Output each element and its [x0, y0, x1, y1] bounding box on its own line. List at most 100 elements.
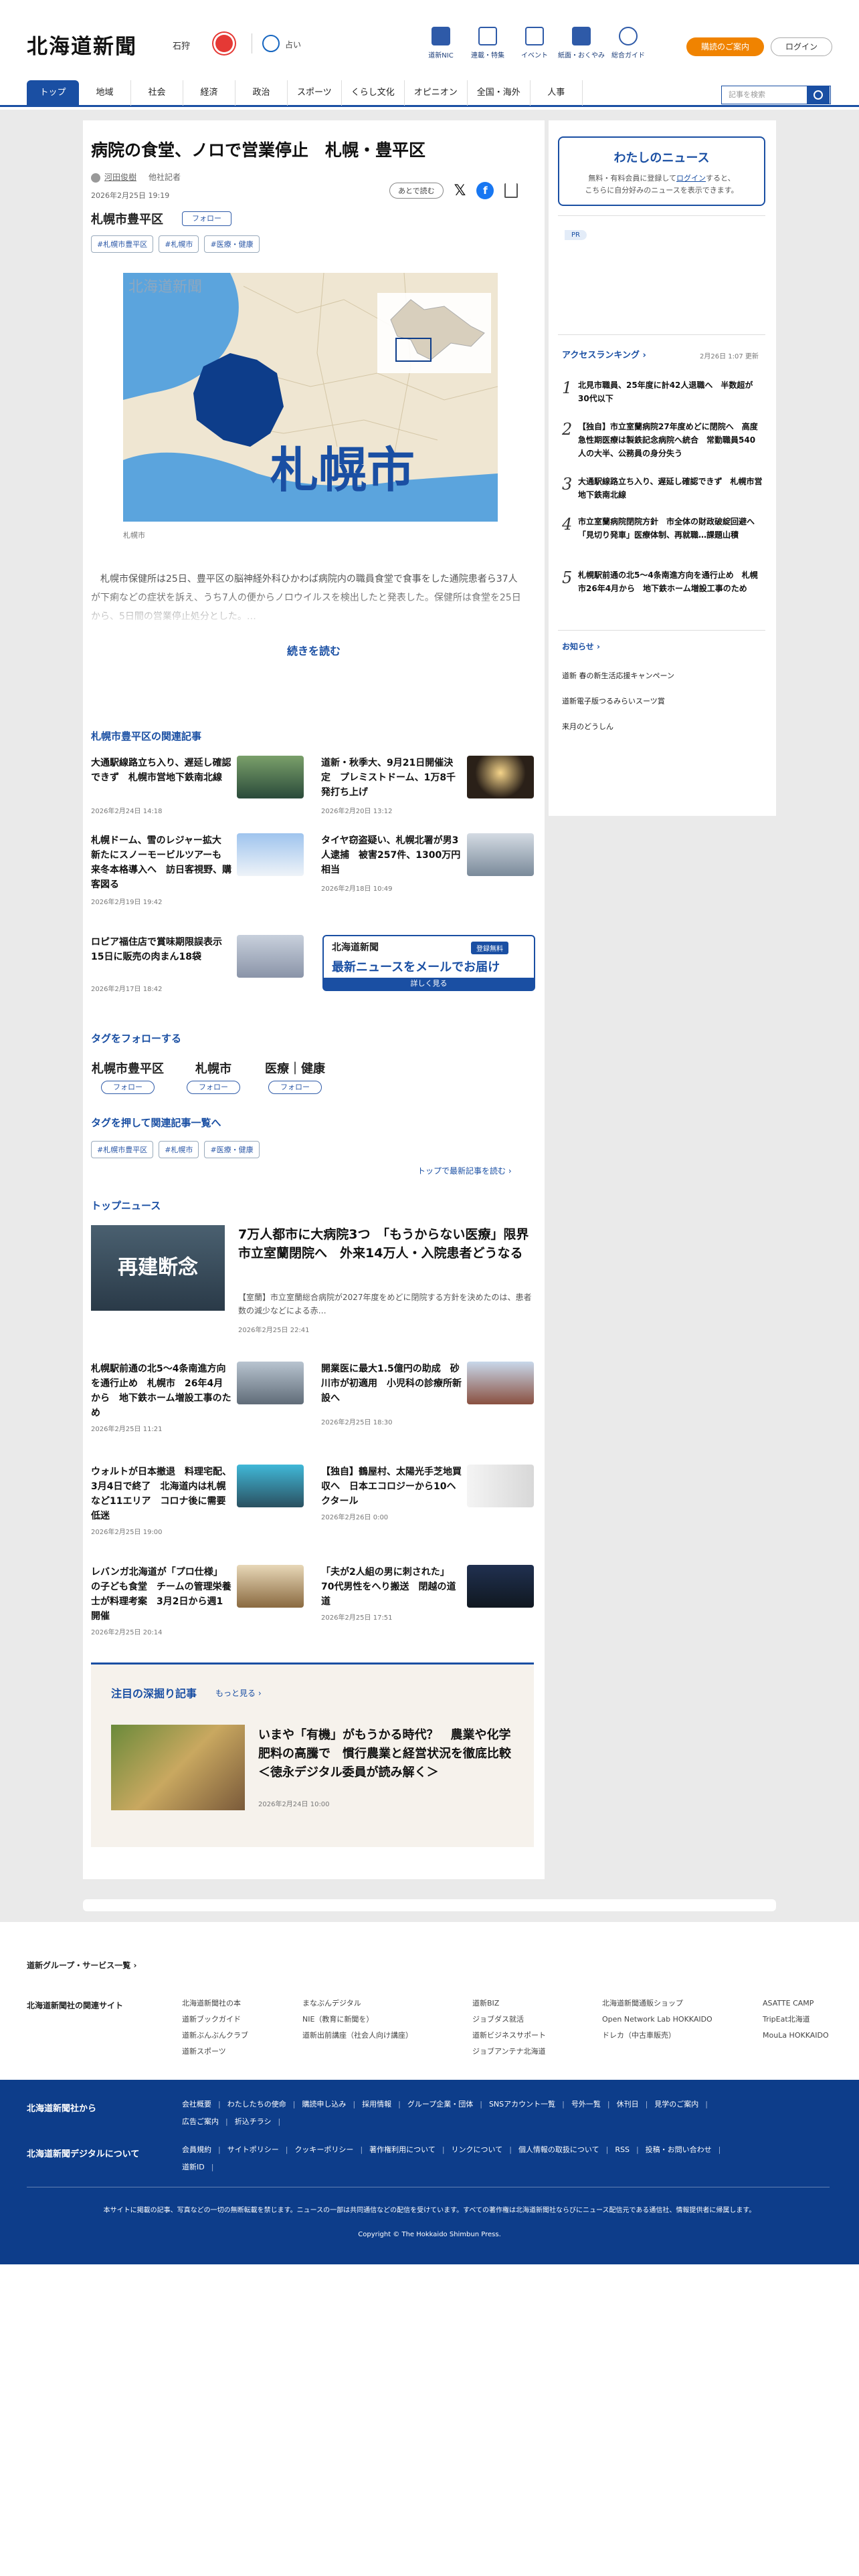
footer-link[interactable]: 道新BIZ — [472, 1996, 546, 2012]
footer-link[interactable]: 会員規約 — [182, 2145, 221, 2154]
topnews-main-image[interactable]: 再建断念 — [91, 1225, 225, 1311]
subscribe-button[interactable]: 購読のご案内 — [686, 37, 764, 56]
footer-link[interactable]: 休刊日 — [617, 2100, 648, 2109]
topnews-item[interactable]: レバンガ北海道が「プロ仕様」の子ども食堂 チームの管理栄養士が料理考案 3月2日… — [91, 1565, 304, 1636]
tag-link[interactable]: #医療・健康 — [204, 235, 260, 253]
notice-item[interactable]: 道新 春の新生活応援キャンペーン — [562, 670, 674, 681]
tab-politics[interactable]: 政治 — [235, 80, 288, 106]
footer-link[interactable]: グループ企業・団体 — [407, 2100, 482, 2109]
footer-link[interactable]: 広告ご案内 — [182, 2117, 228, 2126]
tab-sports[interactable]: スポーツ — [288, 80, 342, 106]
footer-link[interactable]: ドレカ（中古車販売） — [602, 2028, 712, 2044]
deep-more-link[interactable]: もっと見る › — [215, 1687, 262, 1699]
footer-link[interactable]: 折込チラシ — [235, 2117, 281, 2126]
tab-society[interactable]: 社会 — [131, 80, 183, 106]
footer-link[interactable]: 号外一覧 — [571, 2100, 610, 2109]
tag-link[interactable]: #札幌市 — [159, 1141, 199, 1158]
fortune-label[interactable]: 占い — [285, 39, 301, 50]
deep-title[interactable]: いまや「有機」がもうかる時代？ 農業や化学肥料の高騰で 慣行農業と経営状況を徹底… — [258, 1726, 519, 1782]
footer-link[interactable]: 道新ブックガイド — [182, 2012, 248, 2028]
footer-link[interactable]: リンクについて — [452, 2145, 512, 2154]
nav-paper[interactable]: 紙面・おくやみ — [558, 27, 605, 60]
site-logo[interactable]: 北海道新聞 — [27, 29, 137, 60]
login-button[interactable]: ログイン — [771, 37, 832, 56]
ranking-item[interactable]: 1 北見市職員、25年度に計42人退職へ 半数超が30代以下 — [562, 379, 763, 425]
related-item[interactable]: ロピア福住店で賞味期限誤表示 15日に販売の肉まん18袋 2026年2月17日 … — [91, 935, 304, 1006]
footer-link[interactable]: ASATTE CAMP — [763, 1996, 829, 2012]
follow-tag-button[interactable]: フォロー — [187, 1081, 240, 1094]
ranking-item[interactable]: 4 市立室蘭病院閉院方針 市全体の財政破綻回避へ「見切り発車」医療体制、再就職…課… — [562, 515, 763, 562]
follow-tag-button[interactable]: フォロー — [101, 1081, 155, 1094]
deep-image[interactable] — [111, 1725, 245, 1810]
related-item[interactable]: タイヤ窃盗疑い、札幌北署が男3人逮捕 被害257件、1300万円相当 2026年… — [321, 833, 534, 904]
notice-item[interactable]: 来月のどうしん — [562, 721, 613, 732]
nav-series[interactable]: 連載・特集 — [464, 27, 511, 60]
footer-link[interactable]: 購読申し込み — [302, 2100, 355, 2109]
topnews-item[interactable]: 「夫が2人組の男に刺された」 70代男性をへり搬送 閉越の道道 2026年2月2… — [321, 1565, 534, 1636]
footer-link[interactable]: NIE（教育に新聞を） — [302, 2012, 413, 2028]
tab-top[interactable]: トップ — [27, 80, 79, 106]
x-share-icon[interactable]: 𝕏 — [454, 183, 466, 199]
area-follow-button[interactable]: フォロー — [182, 211, 231, 226]
group-services-link[interactable]: 道新グループ・サービス一覧 › — [27, 1959, 136, 1971]
footer-link[interactable]: ジョブダス就活 — [472, 2012, 546, 2028]
facebook-share-icon[interactable]: f — [476, 182, 494, 199]
mail-newsletter-banner[interactable]: 北海道新聞 登録無料 最新ニュースをメールでお届け 詳しく見る — [322, 935, 535, 991]
footer-link[interactable]: RSS — [615, 2145, 638, 2154]
ranking-item[interactable]: 2 【独自】市立室蘭病院27年度めどに閉院へ 高度急性期医療は製鉄記念病院へ統合 … — [562, 420, 763, 467]
tag-link[interactable]: #医療・健康 — [204, 1141, 260, 1158]
follow-tag-button[interactable]: フォロー — [268, 1081, 322, 1094]
footer-link[interactable]: 北海道新聞社の本 — [182, 1996, 248, 2012]
tab-region[interactable]: 地域 — [79, 80, 131, 106]
footer-link[interactable]: 道新ビジネスサポート — [472, 2028, 546, 2044]
footer-link[interactable]: わたしたちの使命 — [227, 2100, 296, 2109]
footer-link[interactable]: TripEat北海道 — [763, 2012, 829, 2028]
tag-link[interactable]: #札幌市豊平区 — [91, 235, 154, 253]
footer-link[interactable]: 採用情報 — [362, 2100, 401, 2109]
footer-link[interactable]: 著作権利用について — [369, 2145, 444, 2154]
footer-link[interactable]: サイトポリシー — [227, 2145, 288, 2154]
footer-link[interactable]: 道新ID — [182, 2163, 213, 2171]
footer-link[interactable]: MouLa HOKKAIDO — [763, 2028, 829, 2044]
tab-opinion[interactable]: オピニオン — [405, 80, 468, 106]
nav-event[interactable]: イベント — [511, 27, 558, 60]
topnews-item[interactable]: 【独自】鶴屋村、太陽光手芝地買収へ 日本エコロジーから10ヘクタール 2026年… — [321, 1465, 534, 1535]
footer-link[interactable]: クッキーポリシー — [294, 2145, 363, 2154]
footer-link[interactable]: 道新出前講座（社会人向け講座） — [302, 2028, 413, 2044]
author-affiliation[interactable]: 他社記者 — [149, 173, 181, 182]
search-icon[interactable] — [807, 86, 830, 104]
tab-culture[interactable]: くらし文化 — [342, 80, 405, 106]
share-icon[interactable] — [504, 183, 518, 198]
footer-link[interactable]: 道新ぶんぶんクラブ — [182, 2028, 248, 2044]
notice-heading[interactable]: お知らせ › — [562, 641, 600, 652]
footer-link[interactable]: 道新スポーツ — [182, 2044, 248, 2060]
ranking-item[interactable]: 5 札幌駅前通の北5〜4条南進方向を通行止め 札幌市26年4月から 地下鉄ホーム増… — [562, 568, 763, 615]
notice-item[interactable]: 道新電子版つるみらいスーツ賞 — [562, 695, 665, 706]
fortune-icon[interactable] — [262, 35, 280, 52]
author-name[interactable]: 河田俊樹 — [104, 173, 136, 182]
footer-link[interactable]: 個人情報の取扱について — [518, 2145, 608, 2154]
read-later-button[interactable]: あとで読む — [389, 183, 444, 199]
weather-location[interactable]: 石狩 — [173, 39, 190, 51]
topnews-item[interactable]: 開業医に最大1.5億円の助成 砂川市が初適用 小児科の診療所新設へ 2026年2… — [321, 1362, 534, 1432]
footer-link[interactable]: SNSアカウント一覧 — [489, 2100, 565, 2109]
topnews-item[interactable]: ウォルトが日本撤退 料理宅配、3月4日で終了 北海道内は札幌など11エリア コロ… — [91, 1465, 304, 1536]
tab-national[interactable]: 全国・海外 — [468, 80, 531, 106]
banner-detail-button[interactable]: 詳しく見る — [324, 978, 534, 990]
top-latest-link[interactable]: トップで最新記事を読む › — [417, 1165, 512, 1176]
footer-link[interactable]: 投稿・お問い合わせ — [646, 2145, 721, 2154]
my-news-login-link[interactable]: ログイン — [676, 174, 706, 183]
footer-link[interactable]: まなぶんデジタル — [302, 1996, 413, 2012]
topnews-main-title[interactable]: 7万人都市に大病院3つ 「もうからない医療」限界 市立室蘭閉院へ 外来14万人・… — [238, 1225, 541, 1263]
footer-link[interactable]: 会社概要 — [182, 2100, 221, 2109]
topnews-item[interactable]: 札幌駅前通の北5〜4条南進方向を通行止め 札幌市 26年4月から 地下鉄ホーム増… — [91, 1362, 304, 1433]
tag-link[interactable]: #札幌市 — [159, 235, 199, 253]
footer-link[interactable]: Open Network Lab HOKKAIDO — [602, 2012, 712, 2028]
footer-link[interactable]: ジョブアンテナ北海道 — [472, 2044, 546, 2060]
related-item[interactable]: 札幌ドーム、雪のレジャー拡大 新たにスノーモービルツアーも 来冬本格導入へ 訪日… — [91, 833, 304, 906]
tab-economy[interactable]: 経済 — [183, 80, 235, 106]
ranking-heading[interactable]: アクセスランキング › — [562, 348, 646, 360]
related-item[interactable]: 道新・秋季大、9月21日開催決定 プレミストドーム、1万8千発打ち上げ 2026… — [321, 756, 534, 827]
tab-personnel[interactable]: 人事 — [531, 80, 583, 106]
tag-link[interactable]: #札幌市豊平区 — [91, 1141, 154, 1158]
